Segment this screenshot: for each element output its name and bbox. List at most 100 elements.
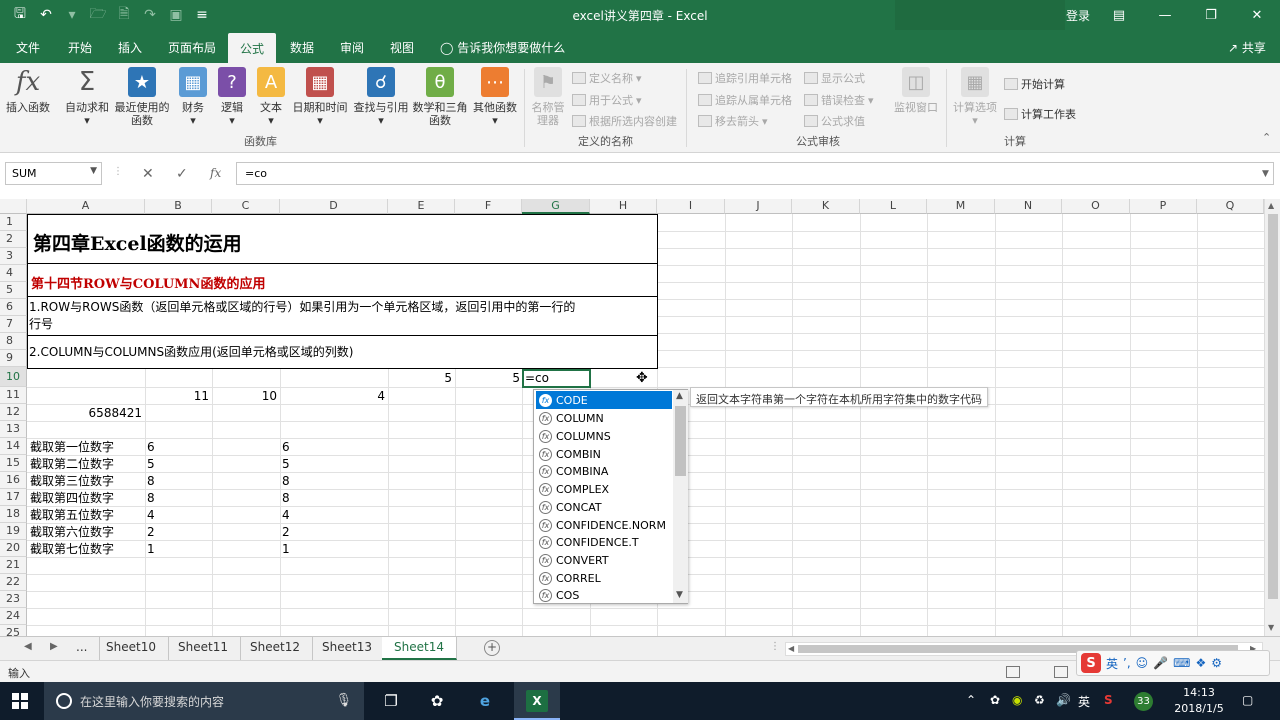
taskbar-ime[interactable]: 英: [1078, 693, 1090, 710]
cell-b11[interactable]: 11: [145, 388, 209, 405]
digit-row-label[interactable]: 截取第四位数字: [30, 490, 114, 507]
sheet-tab-active[interactable]: Sheet14: [382, 637, 457, 660]
autocomplete-item[interactable]: fx COMPLEX: [536, 480, 672, 498]
calculate-sheet-button[interactable]: 计算工作表: [1004, 106, 1076, 122]
row-header[interactable]: 2: [0, 231, 27, 248]
microphone-icon[interactable]: 🎙: [335, 693, 352, 708]
calculation-options-button[interactable]: ▦ 计算选项 ▾: [950, 67, 1000, 127]
math-trig-button[interactable]: θ 数学和三角函数: [412, 67, 468, 127]
row-header[interactable]: 12: [0, 404, 27, 421]
add-sheet-icon[interactable]: +: [484, 640, 500, 656]
tab-data[interactable]: 数据: [290, 39, 314, 56]
logical-button[interactable]: ? 逻辑 ▾: [216, 67, 248, 127]
autocomplete-item[interactable]: fx COMBINA: [536, 462, 672, 480]
keyboard-icon[interactable]: ⌨: [1173, 656, 1190, 670]
cancel-icon[interactable]: ✕: [142, 166, 154, 182]
windows-start-icon[interactable]: [12, 693, 28, 709]
scroll-left-icon[interactable]: ◀: [788, 644, 794, 653]
active-cell-g10[interactable]: =co: [522, 369, 591, 388]
digit-row-b[interactable]: 4: [147, 507, 155, 524]
action-center-icon[interactable]: ▢: [1242, 693, 1253, 707]
row-header[interactable]: 7: [0, 316, 27, 333]
row-header[interactable]: 17: [0, 489, 27, 506]
name-manager-button[interactable]: ⚑ 名称管理器: [528, 67, 568, 127]
section-title-cell[interactable]: 第十四节ROW与COLUMN函数的应用: [27, 263, 658, 297]
trace-dependents-button[interactable]: 追踪从属单元格: [698, 92, 792, 108]
digit-row-d[interactable]: 4: [282, 507, 290, 524]
row-header[interactable]: 1: [0, 214, 27, 231]
app-icon[interactable]: ✿: [426, 690, 448, 712]
row-header[interactable]: 5: [0, 282, 27, 299]
scroll-up-icon[interactable]: ▲: [1268, 201, 1274, 210]
column-header[interactable]: G: [522, 199, 590, 214]
insert-function-icon[interactable]: fx: [210, 166, 221, 180]
calculate-now-button[interactable]: 开始计算: [1004, 76, 1065, 92]
create-from-selection-button[interactable]: 根据所选内容创建: [572, 113, 677, 129]
tell-me-box[interactable]: ◯ 告诉我你想要做什么: [440, 39, 565, 56]
cell-d11[interactable]: 4: [280, 388, 385, 405]
prev-sheet-icon[interactable]: ◀: [24, 641, 32, 652]
next-sheet-icon[interactable]: ▶: [50, 641, 58, 652]
watch-window-button[interactable]: ◫ 监视窗口: [890, 67, 942, 114]
column-header[interactable]: Q: [1197, 199, 1264, 214]
name-box-dropdown-icon[interactable]: ▼: [90, 166, 97, 176]
autocomplete-item[interactable]: fx CONVERT: [536, 551, 672, 569]
row-header[interactable]: 23: [0, 591, 27, 608]
digit-row-b[interactable]: 8: [147, 473, 155, 490]
enter-icon[interactable]: ✓: [176, 166, 188, 182]
digit-row-label[interactable]: 截取第五位数字: [30, 507, 114, 524]
row-header[interactable]: 9: [0, 350, 27, 367]
trace-precedents-button[interactable]: 追踪引用单元格: [698, 70, 792, 86]
autosum-button[interactable]: Σ 自动求和 ▾: [62, 67, 112, 128]
row-header[interactable]: 10: [0, 367, 27, 387]
microphone-icon[interactable]: 🎤: [1153, 656, 1168, 670]
collapse-ribbon-icon[interactable]: ⌃: [1262, 131, 1271, 144]
digit-row-d[interactable]: 5: [282, 456, 290, 473]
digit-row-d[interactable]: 8: [282, 473, 290, 490]
scroll-down-icon[interactable]: ▼: [676, 590, 683, 600]
lookup-reference-button[interactable]: ☌ 查找与引用 ▾: [352, 67, 410, 127]
digit-row-label[interactable]: 截取第二位数字: [30, 456, 114, 473]
autocomplete-item[interactable]: fx CONFIDENCE.T: [536, 533, 672, 551]
ime-toolbar[interactable]: S 英 ’, ☺ 🎤 ⌨ ❖ ⚙: [1076, 650, 1270, 676]
sogou-tray-icon[interactable]: S: [1104, 693, 1113, 707]
normal-view-icon[interactable]: [1006, 666, 1020, 678]
select-all-corner[interactable]: [0, 199, 27, 214]
sheet-tab[interactable]: Sheet13: [310, 637, 385, 660]
row-header[interactable]: 15: [0, 455, 27, 472]
financial-button[interactable]: ▦ 财务 ▾: [176, 67, 210, 127]
row-header[interactable]: 3: [0, 248, 27, 265]
sheet-tab[interactable]: Sheet10: [94, 637, 169, 660]
row-header[interactable]: 6: [0, 299, 27, 316]
autocomplete-item[interactable]: fx CORREL: [536, 569, 672, 587]
column-header[interactable]: L: [860, 199, 927, 214]
taskbar-search[interactable]: 在这里输入你要搜索的内容 🎙: [44, 682, 364, 720]
note2-cell[interactable]: 2.COLUMN与COLUMNS函数应用(返回单元格或区域的列数): [27, 335, 658, 369]
edge-icon[interactable]: e: [474, 690, 496, 712]
define-name-button[interactable]: 定义名称 ▾: [572, 70, 642, 86]
restore-icon[interactable]: ❐: [1188, 0, 1234, 30]
share-button[interactable]: ↗ 共享: [1228, 39, 1266, 56]
autocomplete-item[interactable]: fx CONCAT: [536, 498, 672, 516]
digit-row-d[interactable]: 1: [282, 541, 290, 558]
function-autocomplete-list[interactable]: fx CODE fx COLUMN fx COLUMNS fx COMBIN fx COM…: [533, 389, 688, 604]
notification-badge[interactable]: 33: [1134, 692, 1153, 711]
column-header[interactable]: P: [1130, 199, 1197, 214]
row-header[interactable]: 13: [0, 421, 27, 438]
more-functions-button[interactable]: ⋯ 其他函数 ▾: [470, 67, 520, 127]
cell-f10[interactable]: 5: [455, 370, 520, 387]
scroll-down-icon[interactable]: ▼: [1268, 623, 1274, 632]
row-header[interactable]: 18: [0, 506, 27, 523]
column-header[interactable]: I: [657, 199, 725, 214]
column-header[interactable]: J: [725, 199, 792, 214]
tab-review[interactable]: 审阅: [340, 39, 364, 56]
ime-language[interactable]: 英: [1106, 655, 1118, 672]
row-header[interactable]: 8: [0, 333, 27, 350]
column-header[interactable]: D: [280, 199, 388, 214]
cell-e10[interactable]: 5: [388, 370, 452, 387]
row-header[interactable]: 19: [0, 523, 27, 540]
recently-used-button[interactable]: ★ 最近使用的函数: [112, 67, 172, 127]
column-header[interactable]: O: [1062, 199, 1130, 214]
row-header[interactable]: 22: [0, 574, 27, 591]
digit-row-b[interactable]: 1: [147, 541, 155, 558]
